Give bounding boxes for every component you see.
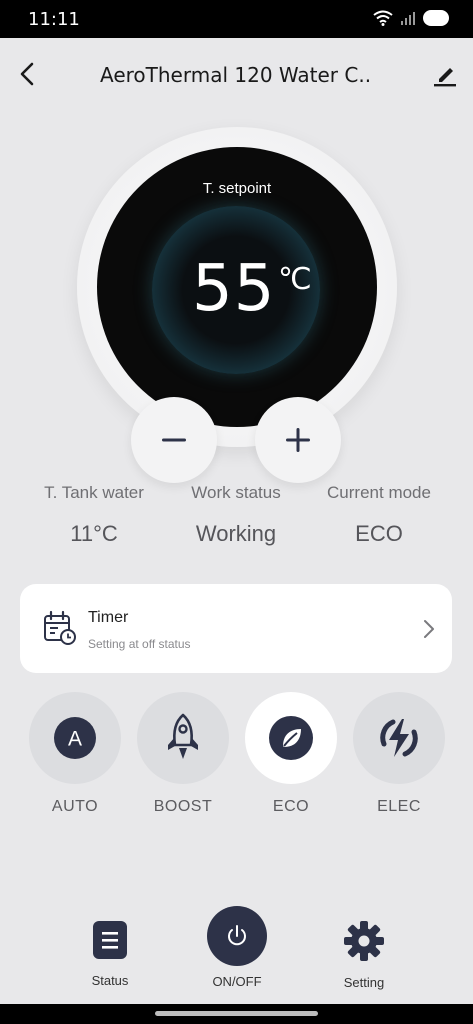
leaf-icon xyxy=(269,716,313,760)
stat-label: T. Tank water xyxy=(44,483,144,502)
status-time: 11:11 xyxy=(28,9,80,30)
battery-icon xyxy=(423,10,449,26)
setpoint-value: 55 xyxy=(192,252,276,326)
stat-value: Working xyxy=(195,521,277,546)
page-title: AeroThermal 120 Water C... xyxy=(100,63,372,87)
status-list-icon xyxy=(93,921,127,959)
nav-setting[interactable]: Setting xyxy=(332,920,396,990)
status-bar: 11:11 xyxy=(0,0,473,38)
mode-icon-circle xyxy=(137,692,229,784)
setpoint-unit: ℃ xyxy=(278,262,312,297)
stat-value: 11°C xyxy=(70,521,118,546)
signal-icon xyxy=(401,12,415,25)
decrease-temp-button[interactable] xyxy=(131,397,217,483)
rocket-icon xyxy=(168,713,198,759)
stat-work-status: Work status Working xyxy=(172,483,300,547)
plus-icon xyxy=(286,428,310,452)
timer-subtitle: Setting at off status xyxy=(88,637,191,651)
stat-current-mode: Current mode ECO xyxy=(314,483,444,547)
timer-card[interactable]: Timer Setting at off status xyxy=(20,584,452,673)
power-icon xyxy=(228,925,246,946)
edit-icon[interactable] xyxy=(431,60,459,88)
mode-eco-button[interactable]: ECO xyxy=(245,692,337,816)
nav-label: Status xyxy=(91,973,129,988)
stat-label: Current mode xyxy=(327,483,431,502)
stat-label: Work status xyxy=(191,483,281,502)
home-indicator[interactable] xyxy=(155,1011,318,1016)
mode-auto-button[interactable]: A AUTO xyxy=(29,692,121,816)
svg-text:A: A xyxy=(68,728,82,751)
nav-onoff[interactable]: ON/OFF xyxy=(202,906,272,989)
mode-label: AUTO xyxy=(51,798,99,815)
calendar-clock-icon xyxy=(44,610,76,645)
nav-status[interactable]: Status xyxy=(80,920,140,988)
stat-value: ECO xyxy=(355,521,403,546)
mode-boost-button[interactable]: BOOST xyxy=(137,692,229,816)
mode-icon-circle: A xyxy=(29,692,121,784)
power-button[interactable] xyxy=(207,906,267,966)
mode-label: BOOST xyxy=(153,798,213,815)
lightning-icon xyxy=(380,719,418,757)
mode-label: ELEC xyxy=(377,798,421,815)
minus-icon xyxy=(162,438,186,442)
nav-label: ON/OFF xyxy=(212,974,262,989)
status-icons xyxy=(373,10,449,26)
mode-elec-button[interactable]: ELEC xyxy=(353,692,445,816)
wifi-icon xyxy=(373,10,393,26)
increase-temp-button[interactable] xyxy=(255,397,341,483)
stat-tank-water: T. Tank water 11°C xyxy=(30,483,158,547)
mode-icon-circle xyxy=(245,692,337,784)
gear-icon xyxy=(344,921,384,961)
nav-label: Setting xyxy=(343,975,385,990)
header: AeroThermal 120 Water C... xyxy=(0,38,473,112)
back-icon[interactable] xyxy=(14,60,42,88)
mode-icon-circle xyxy=(353,692,445,784)
setpoint-label: T. setpoint xyxy=(202,180,272,197)
chevron-right-icon xyxy=(424,620,434,638)
mode-label: ECO xyxy=(272,798,310,815)
auto-icon: A xyxy=(54,717,96,759)
app-screen: 11:11 AeroThermal 120 Water C... T. setp… xyxy=(0,0,473,1024)
timer-title: Timer xyxy=(88,609,129,626)
